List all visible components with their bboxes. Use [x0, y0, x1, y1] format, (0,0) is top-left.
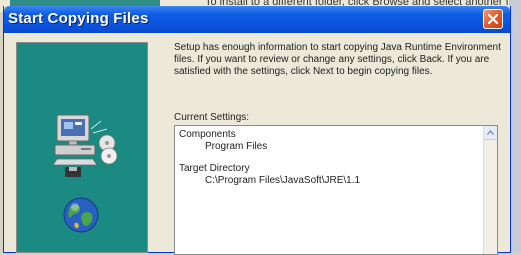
computer-setup-icon	[52, 114, 118, 177]
components-value: Program Files	[205, 141, 268, 152]
settings-content: Components Program Files Target Director…	[179, 129, 360, 187]
close-button[interactable]	[483, 9, 503, 29]
current-settings-textbox[interactable]: Components Program Files Target Director…	[174, 125, 498, 255]
title-bar[interactable]: Start Copying Files	[4, 6, 510, 33]
scroll-up-arrow-icon	[487, 130, 494, 135]
components-heading: Components	[179, 129, 236, 140]
instructions-text: Setup has enough information to start co…	[174, 42, 501, 77]
setup-banner-image	[16, 42, 148, 253]
dialog-client-area: Setup has enough information to start co…	[4, 33, 510, 255]
start-copying-files-dialog: Start Copying Files Setup has enough inf…	[3, 6, 511, 255]
target-directory-heading: Target Directory	[179, 163, 250, 174]
current-settings-label: Current Settings:	[174, 112, 250, 123]
settings-scrollbar[interactable]	[483, 126, 497, 254]
scroll-up-button[interactable]	[484, 126, 497, 140]
dialog-title: Start Copying Files	[8, 10, 149, 27]
globe-icon	[63, 197, 99, 233]
close-icon	[487, 13, 499, 25]
target-directory-value: C:\Program Files\JavaSoft\JRE\1.1	[205, 175, 361, 186]
